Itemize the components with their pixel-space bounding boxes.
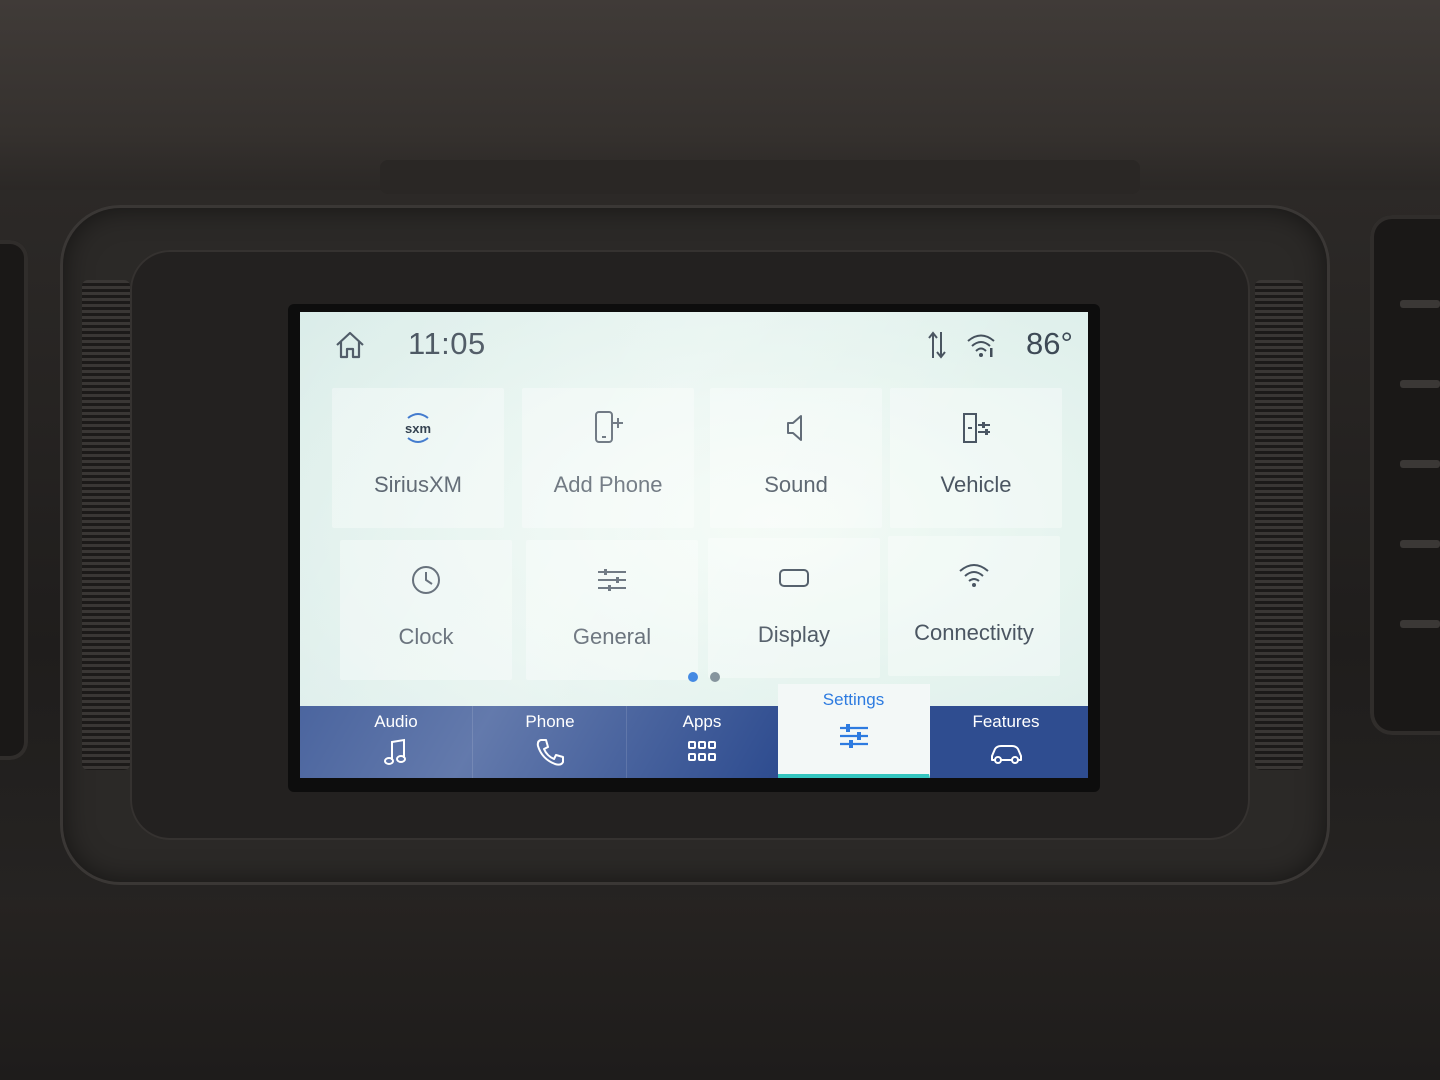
tile-sound[interactable]: Sound [710,388,882,528]
wifi-icon [967,334,995,357]
tile-clock[interactable]: Clock [340,540,512,680]
tab-settings[interactable]: Settings [778,684,930,778]
dashboard-shelf [380,160,1140,194]
tile-label: Connectivity [914,620,1034,645]
tab-features[interactable]: Features [930,706,1082,778]
speaker-icon [787,415,802,441]
page-dot-active[interactable] [688,672,698,682]
car-features-icon [991,745,1022,764]
right-air-vent [1370,215,1440,735]
tile-display[interactable]: Display [708,538,880,678]
tile-label: Add Phone [553,472,663,497]
tile-siriusxm[interactable]: sxm SiriusXM [332,388,504,528]
tab-phone[interactable]: Phone [474,706,627,778]
tile-general[interactable]: General [526,540,698,680]
tile-label: Vehicle [940,472,1012,497]
tile-label: General [572,624,652,649]
tab-label: Features [972,712,1040,731]
bottom-tab-bar: Audio Phone Apps Settings Features [300,684,1088,778]
svg-text:sxm: sxm [405,421,431,436]
speaker-grille-right [1255,280,1303,770]
tab-audio[interactable]: Audio [320,706,473,778]
apps-grid-icon [688,741,716,761]
tab-label: Settings [822,690,885,709]
signal-arrows-icon [928,331,946,359]
vent-slat [1400,460,1440,468]
home-icon[interactable] [334,330,366,360]
tile-connectivity[interactable]: Connectivity [888,536,1060,676]
tile-label: Sound [764,472,828,497]
status-bar: 11:05 86° [300,312,1088,378]
dashboard-lower [0,900,1440,1080]
vent-slat [1400,380,1440,388]
outside-temperature: 86° [1026,326,1073,361]
status-time: 11:05 [408,326,486,361]
tile-label: Clock [398,624,454,649]
sliders-icon [598,569,626,591]
phone-icon [536,739,564,766]
siriusxm-icon: sxm [405,413,431,443]
tile-vehicle[interactable]: Vehicle [890,388,1062,528]
left-air-vent [0,240,28,760]
page-dot-inactive[interactable] [710,672,720,682]
music-note-icon [384,738,406,765]
tab-label: Audio [374,712,418,731]
infotainment-screen: 11:05 86° sxm SiriusXM Add Phone Sound V… [300,312,1088,778]
display-icon [779,569,809,587]
vent-slat [1400,540,1440,548]
tab-apps[interactable]: Apps [626,706,779,778]
tab-label: Phone [525,712,575,731]
tab-label: Apps [682,712,722,731]
tile-label: SiriusXM [373,472,462,497]
vent-slat [1400,620,1440,628]
vent-slat [1400,300,1440,308]
speaker-grille-left [82,280,130,770]
vehicle-settings-icon [963,413,990,443]
add-phone-icon [595,411,623,443]
clock-icon [412,566,440,594]
car-dashboard: 11:05 86° sxm SiriusXM Add Phone Sound V… [0,0,1440,1080]
settings-sliders-icon [839,724,868,748]
connectivity-wifi-icon [959,564,989,587]
tile-add-phone[interactable]: Add Phone [522,388,694,528]
tile-label: Display [757,622,831,647]
